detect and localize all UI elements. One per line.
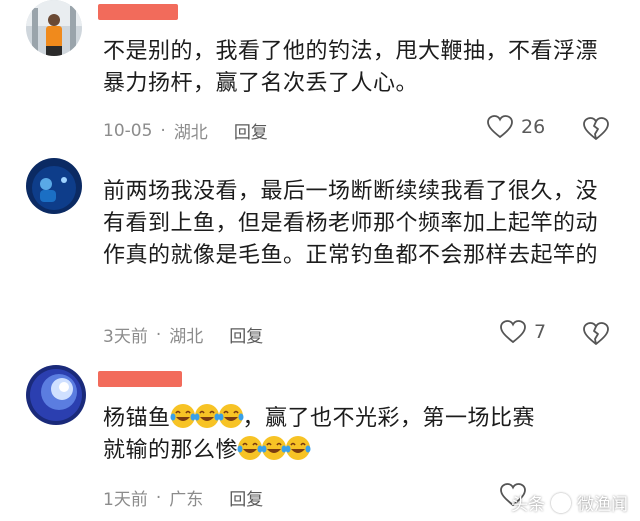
watermark-right: 微渔闻	[577, 495, 628, 515]
heart-icon	[487, 115, 513, 139]
dislike-button[interactable]	[583, 322, 609, 350]
heart-icon	[500, 320, 526, 344]
comment-time: 1天前	[103, 490, 148, 510]
watermark-left: 头条	[511, 495, 545, 515]
separator-dot: ·	[160, 120, 166, 141]
laughing-crying-emoji	[285, 436, 311, 463]
broken-heart-icon	[583, 322, 609, 345]
like-count: 26	[521, 116, 546, 138]
username-fragment	[112, 150, 202, 158]
broken-heart-icon	[583, 117, 609, 140]
separator-dot: ·	[155, 324, 162, 345]
comment-time: 3天前	[103, 327, 148, 347]
laughing-crying-emoji	[261, 436, 287, 463]
comment-text-part: ，赢了也不光彩，第一场比赛	[242, 406, 536, 431]
comment-2: 前两场我没看，最后一场断断续续我看了很久，没有看到上鱼，但是看杨老师那个频率加上…	[0, 150, 640, 355]
avatar[interactable]	[26, 0, 82, 56]
like-button[interactable]: 26	[487, 115, 545, 139]
username-redaction	[98, 4, 178, 20]
comment-time: 10-05	[103, 120, 153, 141]
comment-location: 湖北	[173, 123, 208, 143]
author-badge-icon	[551, 492, 571, 513]
separator-dot: ·	[155, 487, 162, 508]
laughing-crying-emoji	[218, 404, 244, 431]
comment-text: 不是别的，我看了他的钓法，甩大鞭抽，不看浮漂暴力扬杆，赢了名次丢了人心。	[103, 39, 599, 96]
reply-button[interactable]: 回复	[234, 118, 268, 143]
reply-button[interactable]: 回复	[229, 322, 263, 347]
avatar[interactable]	[26, 158, 82, 214]
laughing-crying-emoji	[170, 404, 196, 431]
like-count: 7	[534, 321, 547, 343]
comment-meta: 10-05 · 湖北 回复	[103, 118, 268, 144]
comment-meta: 1天前 · 广东 回复	[103, 485, 263, 511]
comment-text: 前两场我没看，最后一场断断续续我看了很久，没有看到上鱼，但是看杨老师那个频率加上…	[103, 179, 599, 268]
avatar[interactable]	[26, 365, 86, 425]
like-button[interactable]: 7	[500, 320, 546, 344]
username-redaction	[98, 371, 182, 387]
comment-text: 杨锚鱼 ，赢了也不光彩，第一场比赛 就输的那么惨	[103, 403, 613, 467]
comment-text-part: 杨锚鱼	[103, 406, 171, 431]
laughing-crying-emoji	[194, 404, 220, 431]
watermark: 头条 微渔闻	[511, 490, 628, 515]
reply-button[interactable]: 回复	[229, 485, 263, 510]
dislike-button[interactable]	[583, 117, 609, 145]
comment-1: 不是别的，我看了他的钓法，甩大鞭抽，不看浮漂暴力扬杆，赢了名次丢了人心。 10-…	[0, 0, 640, 150]
comment-location: 广东	[169, 490, 204, 510]
laughing-crying-emoji	[237, 436, 263, 463]
comment-location: 湖北	[169, 327, 204, 347]
comment-text-part: 就输的那么惨	[103, 438, 239, 463]
comment-meta: 3天前 · 湖北 回复	[103, 322, 263, 348]
